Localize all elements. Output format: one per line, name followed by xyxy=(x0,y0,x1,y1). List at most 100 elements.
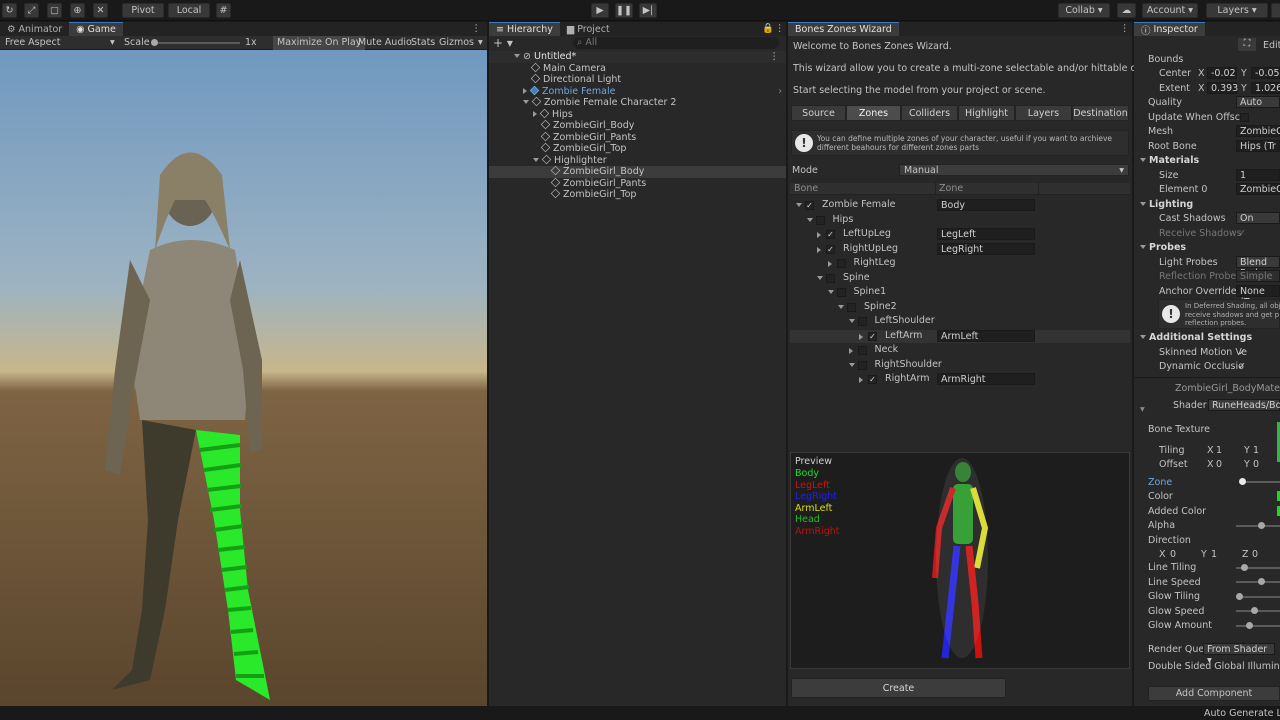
tab-destination[interactable]: Destination xyxy=(1072,105,1129,121)
add-component-button[interactable]: Add Component xyxy=(1148,686,1280,701)
chevron-right-icon[interactable] xyxy=(827,261,832,267)
gizmos-button[interactable]: Gizmos xyxy=(439,37,474,48)
glow-amount-slider[interactable] xyxy=(1236,625,1280,627)
receive-shadows-checkbox[interactable]: ✓ xyxy=(1238,228,1246,239)
bone-checkbox[interactable]: ✓ xyxy=(826,244,835,254)
tab-animator[interactable]: ⚙ Animator xyxy=(0,22,69,36)
chevron-down-icon[interactable] xyxy=(796,203,802,207)
layers-button[interactable]: Layers ▾ xyxy=(1206,3,1268,18)
rect-tool-icon[interactable]: ▢ xyxy=(47,3,62,18)
transform-tool-icon[interactable]: ⊕ xyxy=(70,3,85,18)
aspect-dropdown[interactable]: Free Aspect xyxy=(5,37,60,48)
bone-checkbox[interactable] xyxy=(815,215,825,225)
glow-speed-slider[interactable] xyxy=(1236,610,1280,612)
anchor-override-field[interactable]: None (Tra xyxy=(1236,285,1280,308)
tab-game[interactable]: ◉ Game xyxy=(69,22,123,36)
root-bone-field[interactable]: Hips (Tr xyxy=(1236,140,1280,152)
collab-button[interactable]: Collab ▾ xyxy=(1058,3,1110,18)
tab-project[interactable]: ▆ Project xyxy=(560,22,617,36)
tab-highlight[interactable]: Highlight xyxy=(958,105,1015,121)
mode-dropdown[interactable]: Manual ▾ xyxy=(899,164,1129,176)
custom-tool-icon[interactable]: ✕ xyxy=(93,3,108,18)
cast-shadows-dropdown[interactable]: On xyxy=(1236,212,1280,224)
zone-input[interactable]: ArmLeft xyxy=(937,329,1035,342)
bone-row[interactable]: ✓ RightArm ArmRight xyxy=(790,373,1130,386)
size-field[interactable]: 1 xyxy=(1236,169,1280,181)
bone-checkbox[interactable] xyxy=(836,288,846,297)
more-icon[interactable]: ⋮ xyxy=(472,23,482,34)
add-icon[interactable]: + ▾ xyxy=(493,36,513,50)
chevron-down-icon[interactable] xyxy=(838,304,844,309)
more-icon[interactable]: ⋮ xyxy=(1120,23,1130,34)
dir-z-value[interactable]: 0 xyxy=(1252,549,1258,560)
bone-row[interactable]: ✓ LeftArm ArmLeft xyxy=(790,329,1130,343)
reflection-probes-dropdown[interactable]: Simple xyxy=(1236,270,1280,282)
line-speed-knob[interactable] xyxy=(1258,578,1265,585)
chevron-down-icon[interactable] xyxy=(806,217,813,222)
chevron-right-icon[interactable] xyxy=(859,377,863,383)
zone-slider[interactable] xyxy=(1240,481,1280,483)
list-item[interactable]: ZombieGirl_Top xyxy=(489,142,786,155)
tab-layers[interactable]: Layers xyxy=(1015,105,1072,121)
more-icon[interactable]: ⋮ xyxy=(775,23,785,34)
zone-input[interactable]: LegLeft xyxy=(937,228,1035,240)
more-icon[interactable]: ⋮ xyxy=(770,51,780,63)
bone-row[interactable]: Neck xyxy=(790,344,1130,357)
bone-checkbox[interactable] xyxy=(857,317,867,326)
skinned-motion-checkbox[interactable]: ✓ xyxy=(1238,347,1246,358)
tab-zones[interactable]: Zones xyxy=(846,105,901,121)
bone-row[interactable]: Hips xyxy=(790,214,1130,227)
tab-hierarchy[interactable]: ≡ Hierarchy xyxy=(489,22,560,36)
stats-button[interactable]: Stats xyxy=(411,37,435,48)
bone-checkbox[interactable] xyxy=(857,346,867,355)
lighting-section[interactable]: Lighting xyxy=(1140,199,1193,210)
chevron-right-icon[interactable] xyxy=(817,246,821,253)
tiling-y-value[interactable]: 1 xyxy=(1253,445,1259,456)
layout-button[interactable] xyxy=(1271,3,1280,18)
material-foldout-icon[interactable]: ▾ xyxy=(1140,404,1145,415)
tab-inspector[interactable]: ⓘ Inspector xyxy=(1134,22,1205,37)
bone-row[interactable]: Spine2 xyxy=(790,301,1130,314)
mute-button[interactable]: Mute Audio xyxy=(358,37,412,48)
list-item[interactable]: Zombie Female Character 2 xyxy=(489,96,786,109)
zone-input[interactable]: Body xyxy=(937,199,1035,211)
chevron-down-icon[interactable] xyxy=(848,362,855,367)
list-item[interactable]: ⊘ Untitled* ⋮ xyxy=(489,51,786,63)
chevron-right-icon[interactable] xyxy=(817,232,821,238)
scale-knob[interactable] xyxy=(151,39,158,46)
list-item-selected[interactable]: ZombieGirl_Body xyxy=(489,165,786,178)
chevron-right-icon[interactable] xyxy=(848,348,853,354)
bone-row[interactable]: ✓ Zombie Female Body xyxy=(790,199,1130,212)
list-item[interactable]: ZombieGirl_Top xyxy=(489,188,786,201)
pivot-button[interactable]: Pivot xyxy=(122,3,164,18)
play-button[interactable]: ▶ xyxy=(591,3,609,18)
bone-row[interactable]: LeftShoulder xyxy=(790,315,1130,328)
game-viewport[interactable] xyxy=(0,50,487,706)
alpha-knob[interactable] xyxy=(1258,522,1265,529)
move-tool-icon[interactable]: ⤢ xyxy=(24,3,39,18)
dir-y-value[interactable]: 1 xyxy=(1211,549,1217,560)
tab-source[interactable]: Source xyxy=(791,105,846,121)
quality-dropdown[interactable]: Auto xyxy=(1236,96,1280,108)
zone-input[interactable]: ArmRight xyxy=(937,373,1035,385)
grid-snap-icon[interactable]: # xyxy=(216,3,231,18)
hand-tool-icon[interactable]: ↻ xyxy=(2,3,17,18)
chevron-down-icon[interactable] xyxy=(848,319,855,323)
update-offscreen-checkbox[interactable] xyxy=(1240,113,1249,122)
glow-speed-knob[interactable] xyxy=(1251,607,1258,614)
chevron-right-icon[interactable] xyxy=(859,333,863,340)
probes-section[interactable]: Probes xyxy=(1140,242,1186,253)
bone-checkbox[interactable]: ✓ xyxy=(805,201,814,210)
tab-colliders[interactable]: Colliders xyxy=(901,105,958,121)
line-tiling-knob[interactable] xyxy=(1241,564,1248,571)
local-button[interactable]: Local xyxy=(168,3,210,18)
offset-y-value[interactable]: 0 xyxy=(1253,459,1259,470)
bone-checkbox[interactable]: ✓ xyxy=(826,230,835,239)
extent-x-field[interactable]: 0.393 xyxy=(1207,82,1238,94)
lock-icon[interactable]: 🔒 xyxy=(762,23,774,34)
bone-row[interactable]: RightShoulder xyxy=(790,359,1130,372)
bone-checkbox[interactable] xyxy=(857,360,867,370)
bone-checkbox[interactable] xyxy=(826,273,835,283)
element0-field[interactable]: ZombieG xyxy=(1236,183,1280,195)
account-button[interactable]: Account ▾ xyxy=(1142,3,1198,18)
